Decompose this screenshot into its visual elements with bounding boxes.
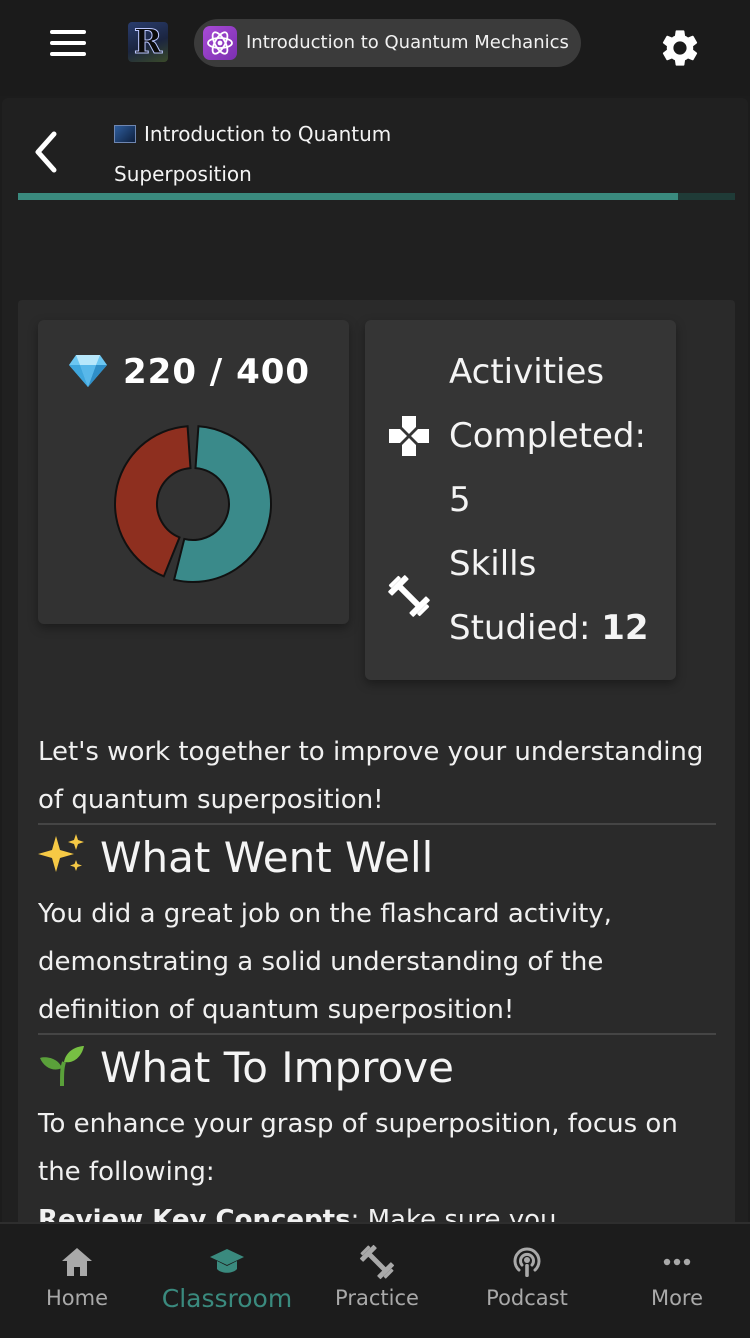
sparkles-icon [38, 834, 84, 872]
gamepad-icon [389, 416, 429, 456]
dumbbell-icon [388, 575, 430, 617]
activities-line2: Completed: [449, 416, 646, 456]
improve-bullet-rest: : Make sure you [350, 1205, 557, 1222]
nav-home-label: Home [45, 1286, 108, 1310]
app-logo-letter: R [133, 22, 163, 62]
score-text: 220 / 400 [123, 352, 311, 392]
nav-more[interactable]: More [602, 1224, 750, 1338]
score-donut-chart [114, 425, 272, 583]
hamburger-menu-icon[interactable] [50, 30, 86, 56]
nav-practice[interactable]: Practice [302, 1224, 452, 1338]
skills-line1: Skills [449, 544, 537, 584]
skills-line2: Studied: 12 [449, 596, 664, 660]
podcast-icon [513, 1247, 541, 1277]
seedling-icon [40, 1046, 84, 1086]
nav-podcast[interactable]: Podcast [452, 1224, 602, 1338]
nav-home[interactable]: Home [2, 1224, 152, 1338]
back-chevron-icon[interactable] [30, 128, 64, 176]
improve-heading-text: What To Improve [100, 1043, 454, 1092]
activities-line1: Activities [449, 352, 605, 392]
lesson-title-line2: Superposition [114, 162, 252, 186]
lesson-progress-bar [18, 193, 735, 200]
divider [38, 1033, 716, 1035]
nav-classroom-label: Classroom [161, 1284, 293, 1313]
lesson-thumbnail-icon [114, 125, 136, 143]
divider [38, 823, 716, 825]
activities-completed-value: 5 [449, 480, 471, 520]
top-app-bar: R Introduction to Quantum Mechanics [0, 0, 750, 96]
graduation-cap-icon [210, 1249, 244, 1273]
went-well-heading-text: What Went Well [100, 833, 434, 882]
app-logo[interactable]: R [128, 22, 168, 62]
improve-bullet-bold: Review Key Concepts [38, 1205, 351, 1222]
more-dots-icon [663, 1258, 691, 1266]
improve-heading: What To Improve [38, 1040, 718, 1096]
nav-podcast-label: Podcast [486, 1286, 568, 1310]
dumbbell-icon [359, 1244, 395, 1280]
feedback-intro: Let's work together to improve your unde… [38, 737, 704, 815]
nav-more-label: More [650, 1286, 704, 1310]
donut-remaining-segment [114, 425, 192, 578]
atom-icon [203, 26, 237, 60]
improve-bullet: Review Key Concepts: Make sure you [38, 1196, 718, 1222]
lesson-summary-card: 220 / 400 Activities Completed: 5 Skills… [18, 300, 735, 1222]
lesson-progress-fill [18, 193, 678, 200]
nav-classroom[interactable]: Classroom [152, 1224, 302, 1338]
lesson-title-line1: Introduction to Quantum [144, 122, 392, 146]
stats-box: Activities Completed: 5 Skills Studied: … [365, 320, 676, 680]
went-well-text: You did a great job on the flashcard act… [38, 899, 612, 1025]
skills-studied-value: 12 [601, 608, 649, 648]
went-well-heading: What Went Well [38, 830, 718, 886]
settings-gear-icon[interactable] [658, 26, 702, 70]
course-selector-chip[interactable]: Introduction to Quantum Mechanics [194, 19, 581, 67]
home-icon [62, 1248, 92, 1276]
course-chip-label: Introduction to Quantum Mechanics [246, 32, 569, 53]
gem-icon [69, 355, 107, 387]
lesson-title: Introduction to Quantum Superposition [114, 114, 444, 194]
bottom-navigation: Home Classroom Practice Podcast More [0, 1222, 750, 1338]
skills-label: Studied: [449, 608, 591, 648]
improve-text: To enhance your grasp of superposition, … [38, 1109, 678, 1187]
nav-practice-label: Practice [335, 1286, 419, 1310]
score-box: 220 / 400 [38, 320, 349, 624]
